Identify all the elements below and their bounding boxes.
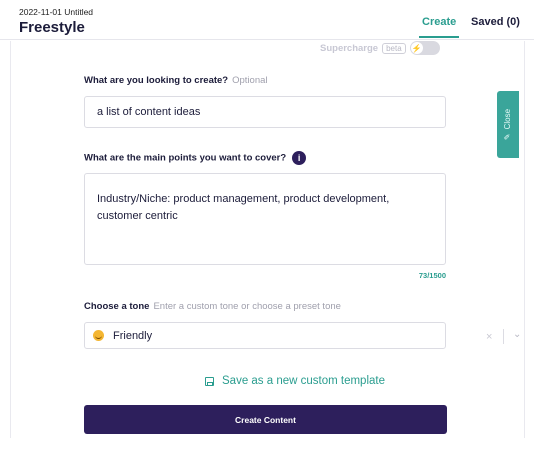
beta-badge: beta: [382, 42, 406, 54]
supercharge-label: Supercharge: [320, 42, 379, 54]
clear-icon[interactable]: ×: [486, 331, 492, 343]
tab-saved[interactable]: Saved (0): [471, 16, 520, 28]
topic-input[interactable]: a list of content ideas: [84, 96, 446, 128]
select-divider: [503, 329, 504, 344]
topic-label-text: What are you looking to create?: [84, 75, 229, 86]
smiley-icon: [93, 330, 104, 341]
app-header: 2022-11-01 Untitled Freestyle Create Sav…: [0, 0, 534, 40]
points-label-text: What are the main points you want to cov…: [84, 152, 287, 164]
save-icon: [205, 376, 214, 386]
supercharge-toggle[interactable]: ⚡: [409, 41, 440, 55]
tone-label-text: Choose a tone: [84, 301, 150, 312]
points-textarea[interactable]: Industry/Niche: product management, prod…: [84, 173, 446, 265]
tone-hint: Enter a custom tone or choose a preset t…: [153, 301, 341, 312]
save-template-label: Save as a new custom template: [222, 375, 385, 387]
lightning-icon: ⚡: [410, 42, 423, 54]
tone-selected-value: Friendly: [113, 329, 153, 342]
character-counter: 73/1500: [418, 271, 446, 280]
topic-label: What are you looking to create? Optional: [84, 75, 268, 86]
close-tab-label: Close: [503, 108, 513, 130]
pencil-icon: ✎: [503, 133, 513, 141]
topic-optional-hint: Optional: [232, 75, 268, 86]
tone-select[interactable]: Friendly × ⌄: [84, 322, 521, 349]
close-panel-tab[interactable]: ✎ Close: [497, 91, 519, 158]
page-title: Freestyle: [19, 19, 85, 36]
info-icon[interactable]: i: [292, 151, 307, 165]
document-meta: 2022-11-01 Untitled: [19, 7, 94, 17]
supercharge-control: Supercharge beta ⚡: [320, 41, 440, 55]
chevron-down-icon[interactable]: ⌄: [513, 329, 521, 340]
tone-label: Choose a tone Enter a custom tone or choo…: [84, 301, 341, 312]
points-label: What are the main points you want to cov…: [84, 151, 307, 165]
tab-create[interactable]: Create: [418, 16, 460, 38]
create-content-button[interactable]: Create Content: [84, 405, 447, 434]
save-template-link[interactable]: Save as a new custom template: [205, 375, 385, 387]
